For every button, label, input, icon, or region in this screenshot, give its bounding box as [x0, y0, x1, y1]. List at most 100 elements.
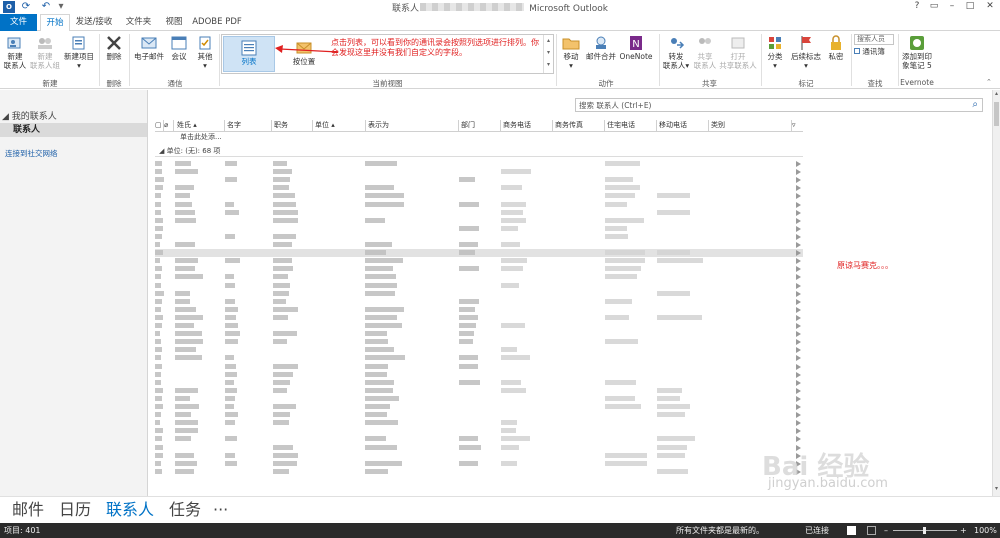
search-people-field[interactable]: 搜索人员 [854, 34, 894, 45]
tab-file[interactable]: 文件 [0, 14, 37, 31]
follow-up-flag-icon[interactable] [796, 258, 801, 265]
follow-up-flag-icon[interactable] [796, 387, 801, 394]
tab-home[interactable]: 开始 [40, 14, 70, 32]
mail-merge-button[interactable]: 邮件合并 [585, 35, 617, 61]
follow-up-flag-icon[interactable] [796, 363, 801, 370]
add-new-row[interactable]: 单击此处添... [180, 132, 222, 142]
follow-up-flag-icon[interactable] [796, 355, 801, 362]
column-header[interactable]: 部门 [459, 120, 501, 131]
search-input[interactable]: 搜索 联系人 (Ctrl+E) [579, 100, 652, 111]
follow-up-flag-icon[interactable] [796, 306, 801, 313]
table-row[interactable] [155, 306, 803, 314]
nav-contacts[interactable]: 联系人 [106, 500, 154, 520]
table-row[interactable] [155, 314, 803, 322]
tab-view[interactable]: 视图 [160, 14, 188, 31]
meeting-button[interactable]: 会议 [168, 35, 190, 61]
follow-up-flag-icon[interactable] [796, 428, 801, 435]
group-header[interactable]: ◢ 单位: (无): 68 项 [155, 145, 803, 157]
move-button[interactable]: 移动 ▾ [559, 35, 583, 70]
collapse-icon[interactable]: ◢ [159, 147, 164, 155]
follow-up-flag-icon[interactable] [796, 323, 801, 329]
follow-up-flag-icon[interactable] [796, 282, 801, 289]
follow-up-flag-icon[interactable] [796, 185, 801, 192]
table-row[interactable] [155, 265, 803, 273]
more-button[interactable]: 其他 ▾ [192, 35, 218, 70]
collapse-ribbon-icon[interactable]: ⌃ [986, 78, 992, 86]
column-flag[interactable]: ▿ [792, 120, 803, 131]
table-row[interactable] [155, 176, 803, 184]
table-row[interactable] [155, 322, 803, 330]
add-to-evernote-button[interactable]: 添加到印 象笔记 5 [900, 35, 934, 70]
zoom-out-icon[interactable]: – [884, 523, 888, 538]
column-header[interactable]: 单位 ▴ [313, 120, 366, 131]
private-button[interactable]: 私密 [825, 35, 847, 61]
table-row[interactable] [155, 387, 803, 395]
follow-up-flag-icon[interactable] [796, 161, 801, 167]
table-row[interactable] [155, 403, 803, 411]
column-attachment[interactable]: ⌀ [164, 120, 174, 131]
follow-up-flag-icon[interactable] [796, 169, 801, 176]
table-row[interactable] [155, 241, 803, 249]
table-row[interactable] [155, 330, 803, 338]
table-row[interactable] [155, 444, 803, 452]
table-row[interactable] [155, 371, 803, 379]
column-header[interactable]: 职务 [272, 120, 313, 131]
follow-up-flag-icon[interactable] [796, 412, 801, 419]
table-row[interactable] [155, 168, 803, 176]
onenote-button[interactable]: N OneNote [618, 35, 654, 61]
follow-up-flag-icon[interactable] [796, 339, 801, 346]
column-header[interactable]: 姓氏 ▴ [175, 120, 225, 131]
follow-up-flag-icon[interactable] [796, 436, 801, 443]
follow-up-flag-icon[interactable] [796, 420, 801, 427]
table-row[interactable] [155, 249, 803, 258]
follow-up-flag-icon[interactable] [796, 347, 801, 354]
nav-mail[interactable]: 邮件 [12, 500, 44, 520]
close-button[interactable]: ✕ [981, 0, 999, 13]
nav-calendar[interactable]: 日历 [59, 500, 91, 520]
follow-up-flag-icon[interactable] [796, 379, 801, 386]
follow-up-flag-icon[interactable] [796, 274, 801, 281]
ribbon-display-icon[interactable]: ▭ [925, 0, 943, 13]
table-row[interactable] [155, 411, 803, 419]
follow-up-flag-icon[interactable] [796, 290, 801, 297]
scroll-up-icon[interactable]: ▴ [993, 90, 1000, 100]
column-header[interactable]: 表示为 [366, 120, 459, 131]
table-row[interactable] [155, 282, 803, 290]
connect-social-link[interactable]: 连接到社交网络 [5, 148, 58, 159]
table-row[interactable] [155, 298, 803, 306]
table-row[interactable] [155, 354, 803, 362]
table-row[interactable] [155, 346, 803, 354]
delete-button[interactable]: 删除 [102, 35, 126, 61]
my-contacts-header[interactable]: ◢ 我的联系人 [2, 109, 57, 122]
table-row[interactable] [155, 452, 803, 460]
column-header[interactable]: 类别 [709, 120, 792, 131]
follow-up-flag-icon[interactable] [796, 177, 801, 184]
table-row[interactable] [155, 379, 803, 387]
follow-up-flag-icon[interactable] [796, 395, 801, 402]
email-button[interactable]: 电子邮件 [131, 35, 167, 61]
tab-adobe-pdf[interactable]: ADOBE PDF [192, 14, 242, 31]
new-contact-group-button[interactable]: 新建 联系人组 [28, 35, 62, 70]
table-row[interactable] [155, 184, 803, 192]
share-contacts-button[interactable]: 共享 联系人 [691, 35, 719, 70]
vertical-scrollbar[interactable]: ▴ ▾ [992, 90, 1000, 496]
column-header[interactable]: 商务电话 [501, 120, 553, 131]
search-icon[interactable]: ⌕ [972, 99, 978, 110]
column-header[interactable]: 住宅电话 [605, 120, 657, 131]
column-header[interactable]: 名字 [225, 120, 272, 131]
follow-up-flag-icon[interactable] [796, 209, 801, 216]
follow-up-flag-icon[interactable] [796, 225, 801, 232]
reading-view-icon[interactable] [867, 526, 876, 535]
follow-up-flag-icon[interactable] [796, 217, 801, 224]
column-header[interactable]: 移动电话 [657, 120, 709, 131]
table-row[interactable] [155, 160, 803, 168]
follow-up-flag-icon[interactable] [796, 266, 801, 273]
table-row[interactable] [155, 427, 803, 435]
table-row[interactable] [155, 338, 803, 346]
table-row[interactable] [155, 290, 803, 298]
follow-up-flag-icon[interactable] [796, 233, 801, 240]
follow-up-flag-icon[interactable] [796, 242, 801, 248]
search-box[interactable]: 搜索 联系人 (Ctrl+E) ⌕ [575, 98, 983, 112]
follow-up-flag-icon[interactable] [796, 404, 801, 410]
gallery-scroll[interactable]: ▴ ▾ ▾ [543, 35, 553, 73]
